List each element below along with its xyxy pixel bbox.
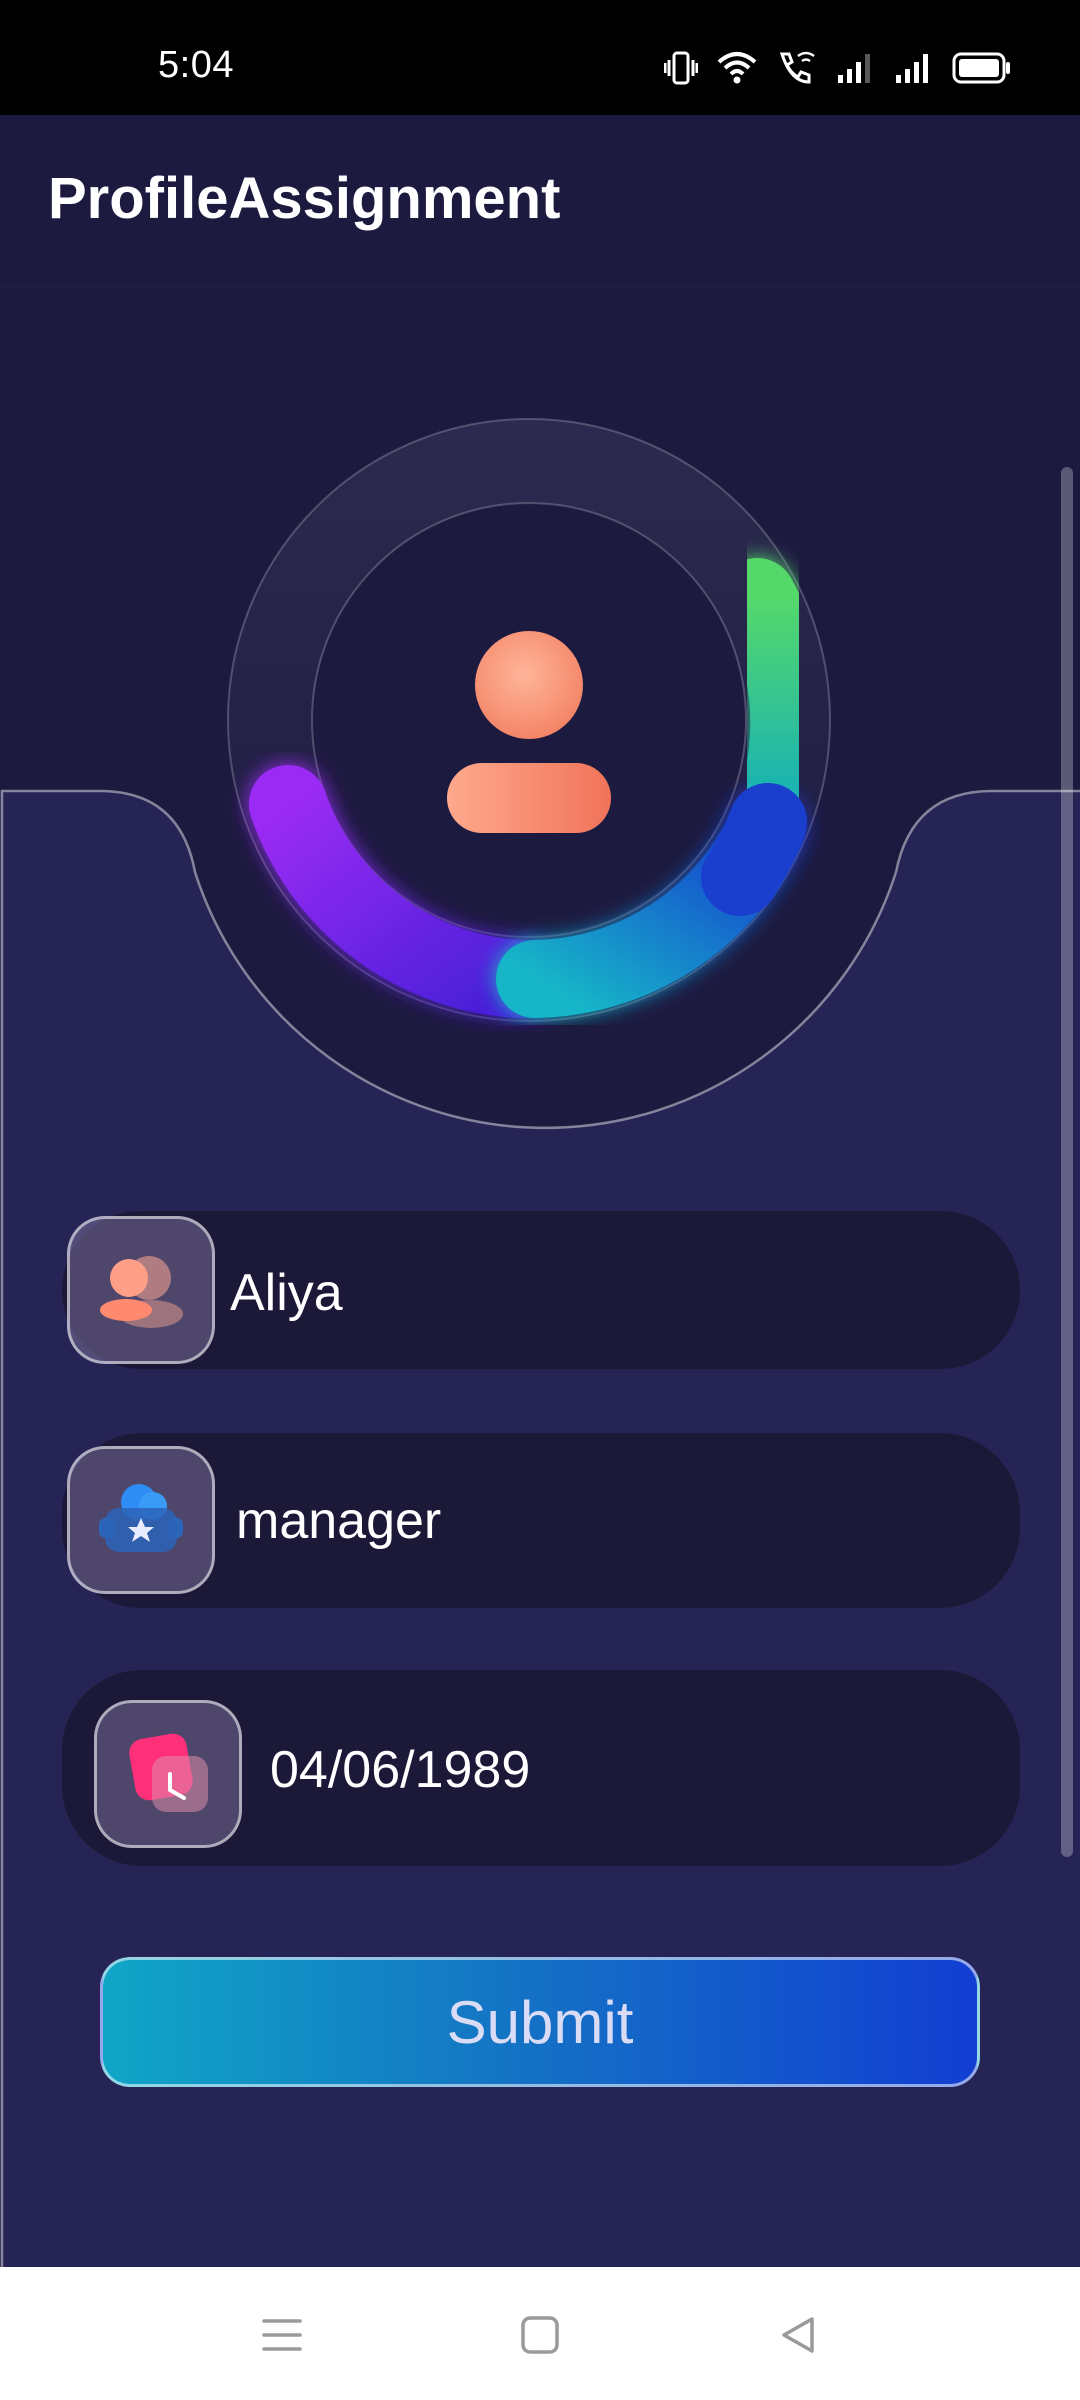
menu-icon[interactable] [258,2311,306,2359]
role-value: manager [236,1492,442,1550]
vibrate-icon [664,51,698,85]
back-icon[interactable] [774,2311,822,2359]
dob-field[interactable]: 04/06/1989 [62,1670,1020,1866]
calendar-clock-icon [129,1733,208,1812]
status-bar: 5:04 [0,0,1080,115]
signal-icon [838,54,870,83]
name-field-icon [67,1216,215,1364]
signal-icon [896,54,928,83]
wifi-icon [717,52,757,84]
dob-field-icon [94,1700,242,1848]
role-field-icon [67,1446,215,1594]
badge-star-icon [99,1484,183,1552]
battery-icon [952,52,1010,84]
page-title: ProfileAssignment [48,166,561,231]
navigation-bar [0,2267,1080,2400]
wifi-call-icon [779,51,815,84]
avatar-progress-ring [227,418,831,1022]
app-bar: ProfileAssignment [0,115,1080,287]
home-icon[interactable] [516,2311,564,2359]
role-field[interactable]: manager [62,1433,1020,1608]
name-value: Aliya [230,1264,343,1322]
name-field[interactable]: Aliya [62,1211,1020,1369]
status-time: 5:04 [158,44,234,86]
submit-label: Submit [446,1988,634,2056]
dob-value: 04/06/1989 [270,1741,531,1799]
profile-form-screen: Aliya manager 04/06/1989 Submit [0,287,1080,2267]
status-icons [664,48,1012,88]
submit-button[interactable]: Submit [100,1957,980,2087]
person-icon [100,1256,183,1328]
